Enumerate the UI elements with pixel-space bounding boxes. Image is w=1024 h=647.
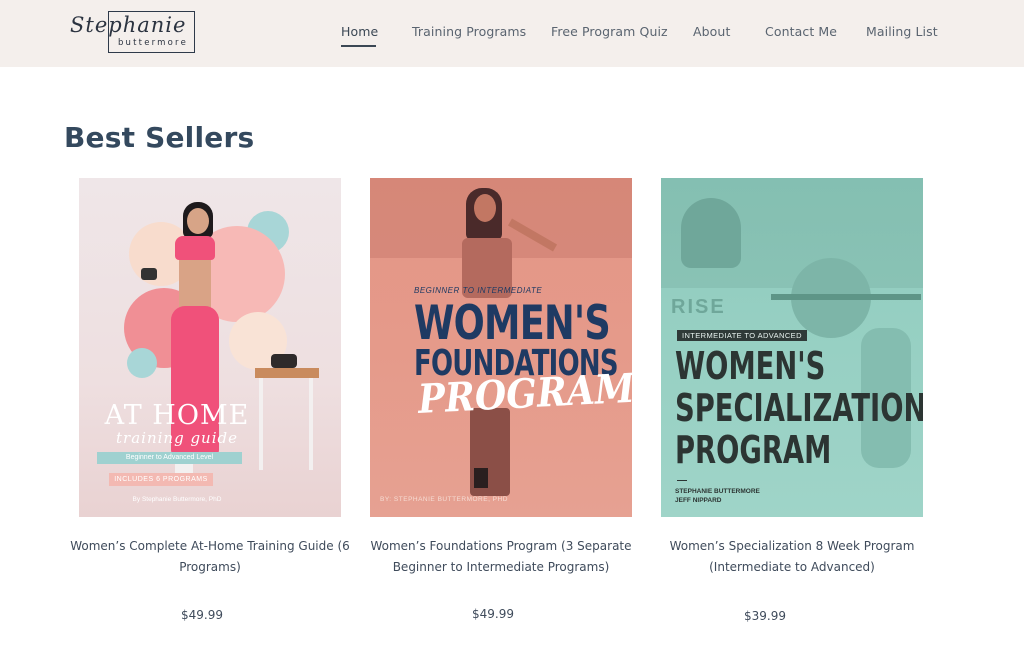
site-logo[interactable]: Stephanie buttermore — [70, 11, 195, 53]
nav-active-indicator — [341, 45, 376, 47]
dumbbell-icon — [141, 268, 157, 280]
logo-subtext: buttermore — [117, 38, 188, 48]
nav-home[interactable]: Home — [341, 24, 378, 39]
model-top — [175, 236, 215, 260]
site-header: Stephanie buttermore Home Training Progr… — [0, 0, 1024, 67]
product-image-at-home[interactable]: AT HOME training guide Beginner to Advan… — [79, 178, 341, 517]
product-title[interactable]: Women’s Complete At-Home Training Guide … — [59, 536, 361, 578]
cover-author: STEPHANIE BUTTERMORE — [675, 488, 760, 495]
nav-about[interactable]: About — [693, 24, 730, 39]
product-price: $49.99 — [181, 608, 223, 622]
nav-contact-me[interactable]: Contact Me — [765, 24, 837, 39]
model-torso — [179, 260, 211, 308]
product-price: $39.99 — [744, 609, 786, 623]
logo-script-text: Stephanie — [70, 13, 187, 37]
cover-badge: INCLUDES 6 PROGRAMS — [109, 473, 213, 486]
cover-byline: BY: STEPHANIE BUTTERMORE, PHD — [380, 496, 508, 503]
cover-level: Beginner to Advanced Level — [97, 452, 242, 464]
product-image-specialization[interactable]: RISE INTERMEDIATE TO ADVANCED WOMEN'S SP… — [661, 178, 923, 517]
nav-free-program-quiz[interactable]: Free Program Quiz — [551, 24, 668, 39]
model-face — [474, 194, 496, 222]
cover-brand: RISE — [671, 296, 726, 318]
cover-tag: INTERMEDIATE TO ADVANCED — [677, 330, 807, 341]
deco-circle — [127, 348, 157, 378]
cover-eyebrow: BEGINNER TO INTERMEDIATE — [414, 286, 543, 295]
cover-subtitle: training guide — [116, 429, 238, 447]
chair-leg — [309, 378, 313, 470]
product-card: BEGINNER TO INTERMEDIATE WOMEN'S FOUNDAT… — [370, 178, 632, 621]
cover-title-line3: PROGRAM — [675, 428, 832, 472]
barbell-bar — [771, 294, 921, 300]
model-face — [187, 208, 209, 234]
product-card: RISE INTERMEDIATE TO ADVANCED WOMEN'S SP… — [661, 178, 923, 623]
cover-author: JEFF NIPPARD — [675, 497, 722, 504]
nav-mailing-list[interactable]: Mailing List — [866, 24, 938, 39]
cover-byline: By Stephanie Buttermore, PhD — [132, 496, 222, 503]
model-shoe — [474, 468, 488, 488]
section-title: Best Sellers — [64, 121, 255, 154]
product-card: AT HOME training guide Beginner to Advan… — [70, 178, 350, 622]
product-title[interactable]: Women’s Specialization 8 Week Program (I… — [641, 536, 943, 578]
product-image-foundations[interactable]: BEGINNER TO INTERMEDIATE WOMEN'S FOUNDAT… — [370, 178, 632, 517]
person-silhouette — [681, 198, 741, 268]
product-price: $49.99 — [472, 607, 514, 621]
cover-title-line3: PROGRAM — [416, 364, 632, 423]
nav-training-programs[interactable]: Training Programs — [412, 24, 526, 39]
chair-seat — [255, 368, 319, 378]
cover-title-line1: WOMEN'S — [675, 344, 826, 388]
product-title[interactable]: Women’s Foundations Program (3 Separate … — [350, 536, 652, 578]
cover-title-line2: SPECIALIZATION — [675, 386, 923, 430]
cover-title: AT HOME — [104, 400, 250, 431]
cover-divider — [677, 480, 687, 481]
dumbbell-icon — [271, 354, 297, 368]
